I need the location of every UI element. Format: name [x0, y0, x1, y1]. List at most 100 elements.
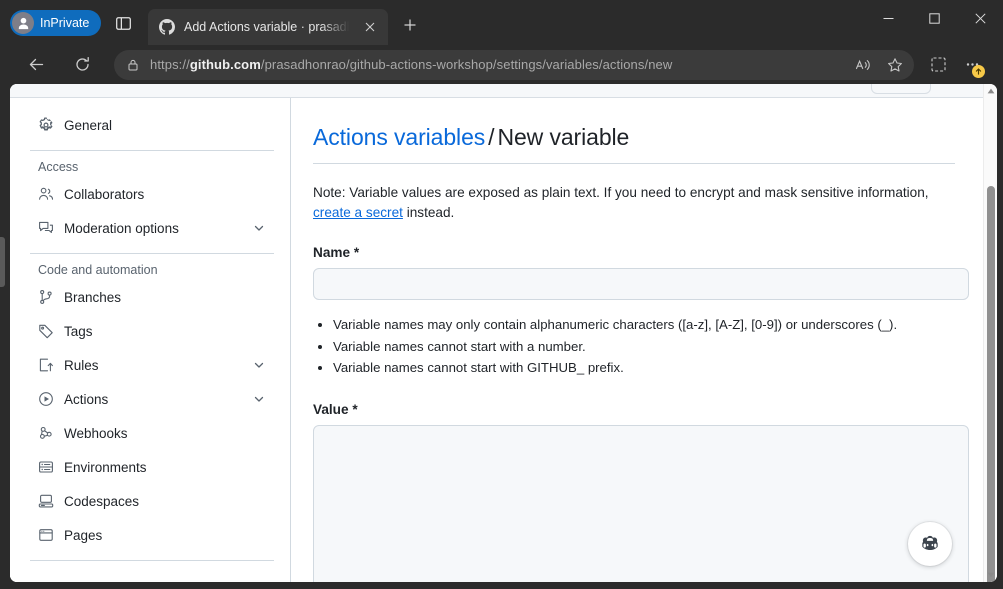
- sidebar-item-webhooks[interactable]: Webhooks: [30, 417, 274, 449]
- browser-toolbar: https://github.com/prasadhonrao/github-a…: [0, 45, 1003, 84]
- reload-icon[interactable]: [66, 49, 98, 81]
- list-item: Variable names may only contain alphanum…: [333, 314, 955, 335]
- tab-title: Add Actions variable · prasadhonr: [184, 20, 351, 34]
- page-content: General Access Collaborators: [10, 84, 983, 582]
- sidebar-item-label: Moderation options: [64, 221, 242, 236]
- gear-icon: [38, 117, 54, 133]
- note-text: Note: Variable values are exposed as pla…: [313, 183, 953, 222]
- url-domain: github.com: [190, 57, 261, 72]
- sidebar-item-pages[interactable]: Pages: [30, 519, 274, 551]
- sidebar-item-label: Tags: [64, 324, 266, 339]
- chevron-down-icon[interactable]: [252, 221, 266, 235]
- star-icon[interactable]: [882, 52, 908, 78]
- sidebar-item-environments[interactable]: Environments: [30, 451, 274, 483]
- sidebar-item-tags[interactable]: Tags: [30, 315, 274, 347]
- sidebar-item-rules[interactable]: Rules: [30, 349, 274, 381]
- browser-icon: [38, 527, 54, 543]
- scroll-up-icon[interactable]: [984, 84, 997, 98]
- breadcrumb-link-actions-variables[interactable]: Actions variables: [313, 124, 485, 150]
- scroll-down-icon[interactable]: [984, 568, 997, 582]
- settings-layout: General Access Collaborators: [10, 98, 983, 582]
- sidebar-item-label: Actions: [64, 392, 242, 407]
- play-circle-icon: [38, 391, 54, 407]
- sidebar-item-general[interactable]: General: [30, 109, 274, 141]
- page-title: Actions variables/New variable: [313, 124, 955, 164]
- browser-tab[interactable]: Add Actions variable · prasadhonr: [148, 9, 388, 45]
- maximize-icon[interactable]: [911, 0, 957, 36]
- value-textarea[interactable]: [313, 425, 969, 582]
- sidebar-item-label: Branches: [64, 290, 266, 305]
- name-label-text: Name: [313, 245, 350, 260]
- breadcrumb-separator: /: [485, 124, 497, 150]
- list-item: Variable names cannot start with GITHUB_…: [333, 357, 955, 378]
- github-favicon: [159, 19, 175, 35]
- sidebar-group-title-code-and-automation: Code and automation: [30, 263, 274, 277]
- sidebar-item-moderation-options[interactable]: Moderation options: [30, 212, 274, 244]
- collections-icon[interactable]: [922, 49, 954, 81]
- value-label-text: Value: [313, 402, 349, 417]
- close-icon[interactable]: [360, 17, 380, 37]
- comment-discussion-icon: [38, 220, 54, 236]
- header-button-partial[interactable]: [871, 84, 931, 94]
- sidebar-divider: [30, 150, 274, 151]
- sidebar-item-label: Rules: [64, 358, 242, 373]
- create-a-secret-link[interactable]: create a secret: [313, 205, 403, 220]
- sidebar-item-label: Environments: [64, 460, 266, 475]
- page-viewport: General Access Collaborators: [10, 84, 997, 582]
- sidebar-item-label: Pages: [64, 528, 266, 543]
- tag-icon: [38, 323, 54, 339]
- list-item: Variable names cannot start with a numbe…: [333, 336, 955, 357]
- sidebar-item-actions[interactable]: Actions: [30, 383, 274, 415]
- sidebar-item-branches[interactable]: Branches: [30, 281, 274, 313]
- url-prefix: https://: [150, 57, 190, 72]
- sidebar-item-label: Collaborators: [64, 187, 266, 202]
- codespaces-icon: [38, 493, 54, 509]
- github-header-strip: [10, 84, 983, 98]
- name-field-label: Name *: [313, 245, 955, 260]
- sidebar-item-label: General: [64, 118, 266, 133]
- sidebar-group-title-access: Access: [30, 160, 274, 174]
- sidebar-item-label: Codespaces: [64, 494, 266, 509]
- toolbar-right-actions: [922, 49, 988, 81]
- scrollbar-thumb[interactable]: [987, 186, 995, 582]
- people-icon: [38, 186, 54, 202]
- note-before: Note: Variable values are exposed as pla…: [313, 185, 929, 200]
- browser-window: InPrivate Add Actions variable · prasadh…: [0, 0, 1003, 589]
- address-bar[interactable]: https://github.com/prasadhonrao/github-a…: [114, 50, 914, 80]
- note-after: instead.: [403, 205, 454, 220]
- settings-sidebar: General Access Collaborators: [10, 98, 291, 582]
- sidebar-divider: [30, 253, 274, 254]
- inprivate-profile-button[interactable]: InPrivate: [10, 10, 101, 36]
- required-marker: *: [352, 402, 357, 417]
- page-scrollbar[interactable]: [983, 84, 997, 582]
- rules-icon: [38, 357, 54, 373]
- breadcrumb-current: New variable: [497, 124, 629, 150]
- avatar: [12, 12, 34, 34]
- main-content: Actions variables/New variable Note: Var…: [291, 98, 983, 582]
- required-marker: *: [354, 245, 359, 260]
- window-edge-handle[interactable]: [0, 237, 5, 287]
- ellipsis-icon[interactable]: [956, 49, 988, 81]
- variable-name-rules-list: Variable names may only contain alphanum…: [313, 314, 955, 378]
- chevron-down-icon[interactable]: [252, 358, 266, 372]
- new-tab-button[interactable]: [396, 11, 424, 39]
- sidebar-item-codespaces[interactable]: Codespaces: [30, 485, 274, 517]
- copilot-icon[interactable]: [908, 522, 952, 566]
- server-icon: [38, 459, 54, 475]
- git-branch-icon: [38, 289, 54, 305]
- back-arrow-icon[interactable]: [20, 49, 52, 81]
- sidebar-item-label: Webhooks: [64, 426, 266, 441]
- read-aloud-icon[interactable]: [850, 52, 876, 78]
- close-icon[interactable]: [957, 0, 1003, 36]
- name-input[interactable]: [313, 268, 969, 300]
- url-text: https://github.com/prasadhonrao/github-a…: [150, 57, 844, 72]
- lock-icon: [122, 54, 144, 76]
- window-controls: [865, 0, 1003, 36]
- chevron-down-icon[interactable]: [252, 392, 266, 406]
- tab-strip: InPrivate Add Actions variable · prasadh…: [0, 0, 1003, 45]
- tab-actions-icon[interactable]: [108, 10, 138, 36]
- update-arrow-icon: [972, 65, 985, 78]
- sidebar-item-collaborators[interactable]: Collaborators: [30, 178, 274, 210]
- minimize-icon[interactable]: [865, 0, 911, 36]
- sidebar-divider: [30, 560, 274, 561]
